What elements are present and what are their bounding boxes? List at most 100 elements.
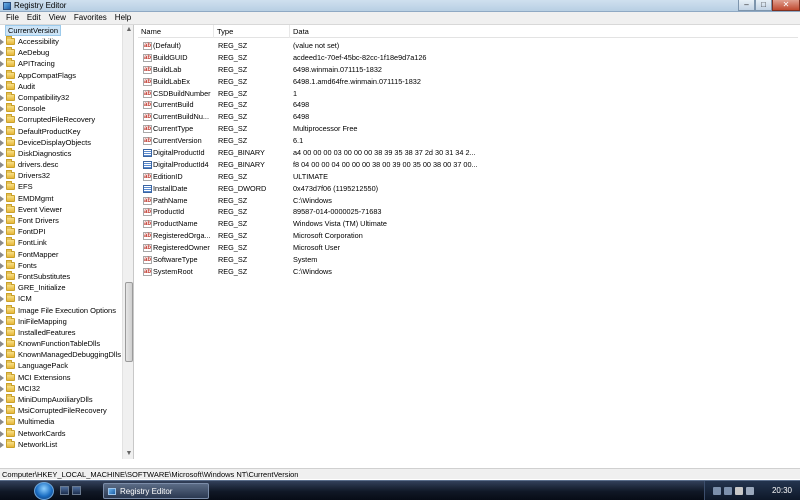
expand-arrow-icon[interactable] <box>0 229 4 236</box>
expand-arrow-icon[interactable] <box>0 341 4 348</box>
volume-icon[interactable] <box>724 487 732 495</box>
value-row[interactable]: PathName REG_SZ C:\Windows <box>138 195 798 207</box>
tree-item[interactable]: MsiCorruptedFileRecovery <box>0 405 122 416</box>
tree-item[interactable]: Compatibility32 <box>0 91 122 103</box>
tree-item[interactable]: CorruptedFileRecovery <box>0 114 122 125</box>
minimize-button[interactable]: – <box>738 0 755 11</box>
column-data-header[interactable]: Data <box>290 25 620 38</box>
expand-arrow-icon[interactable] <box>0 206 4 213</box>
close-button[interactable]: ✕ <box>772 0 800 11</box>
title-bar[interactable]: Registry Editor – □ ✕ <box>0 0 800 12</box>
language-icon[interactable] <box>746 487 754 495</box>
tree-item[interactable]: Multimedia <box>0 416 122 427</box>
expand-arrow-icon[interactable] <box>0 363 4 370</box>
value-row[interactable]: (Default) REG_SZ (value not set) <box>138 40 798 53</box>
expand-arrow-icon[interactable] <box>0 173 4 180</box>
network-icon[interactable] <box>713 487 721 495</box>
expand-arrow-icon[interactable] <box>0 419 4 426</box>
menu-favorites[interactable]: Favorites <box>70 12 111 24</box>
tree-item[interactable]: EFS <box>0 181 122 192</box>
expand-arrow-icon[interactable] <box>0 397 4 403</box>
tree-item[interactable]: LanguagePack <box>0 360 122 371</box>
value-row[interactable]: RegisteredOrga... REG_SZ Microsoft Corpora… <box>138 230 798 243</box>
tree-item[interactable]: Audit <box>0 80 122 92</box>
menu-help[interactable]: Help <box>111 12 135 24</box>
tree-item[interactable]: Fonts <box>0 259 122 271</box>
tree-item[interactable]: KnownFunctionTableDlls <box>0 338 122 349</box>
expand-arrow-icon[interactable] <box>0 273 4 280</box>
value-row[interactable]: SoftwareType REG_SZ System <box>138 254 798 267</box>
taskbar-registry-editor-button[interactable]: Registry Editor <box>103 483 209 499</box>
expand-arrow-icon[interactable] <box>0 106 4 113</box>
expand-arrow-icon[interactable] <box>0 162 4 169</box>
maximize-button[interactable]: □ <box>755 0 772 11</box>
security-icon[interactable] <box>735 487 743 495</box>
expand-arrow-icon[interactable] <box>0 139 4 146</box>
tree-item[interactable]: FontLink <box>0 237 122 248</box>
value-row[interactable]: EditionID REG_SZ ULTIMATE <box>138 171 798 184</box>
tree-item[interactable]: AppCompatFlags <box>0 69 122 81</box>
value-row[interactable]: BuildLabEx REG_SZ 6498.1.amd64fre.winmain.… <box>138 76 798 89</box>
column-name-header[interactable]: Name <box>138 25 214 38</box>
tree-item[interactable]: MiniDumpAuxiliaryDlls <box>0 394 122 405</box>
expand-arrow-icon[interactable] <box>0 94 4 101</box>
registry-tree[interactable]: CurrentVersion Accessibility AeDebug APITr… <box>0 25 134 459</box>
expand-arrow-icon[interactable] <box>0 296 4 303</box>
scroll-down-icon[interactable]: ▼ <box>125 450 133 458</box>
value-row[interactable]: InstallDate REG_DWORD 0x473d7f06 (11952125… <box>138 183 798 195</box>
tree-item[interactable]: AeDebug <box>0 47 122 58</box>
switch-windows-icon[interactable] <box>72 486 81 495</box>
value-row[interactable]: CurrentVersion REG_SZ 6.1 <box>138 135 798 148</box>
expand-arrow-icon[interactable] <box>0 430 4 437</box>
tree-item-selected[interactable]: CurrentVersion <box>0 25 122 36</box>
scroll-up-icon[interactable]: ▲ <box>125 26 133 34</box>
expand-arrow-icon[interactable] <box>0 39 4 45</box>
tree-item[interactable]: DiskDiagnostics <box>0 147 122 159</box>
expand-arrow-icon[interactable] <box>0 385 4 392</box>
tree-item[interactable]: FontDPI <box>0 226 122 237</box>
tree-item[interactable]: MCI Extensions <box>0 371 122 383</box>
expand-arrow-icon[interactable] <box>0 318 4 325</box>
tree-item[interactable]: Accessibility <box>0 36 122 47</box>
start-button-icon[interactable] <box>34 482 54 500</box>
tree-item[interactable]: APITracing <box>0 58 122 69</box>
expand-arrow-icon[interactable] <box>0 150 4 157</box>
expand-arrow-icon[interactable] <box>0 307 4 314</box>
expand-arrow-icon[interactable] <box>0 251 4 258</box>
tree-item[interactable]: EMDMgmt <box>0 192 122 204</box>
tree-item[interactable]: NetworkList <box>0 438 122 450</box>
menu-view[interactable]: View <box>45 12 70 24</box>
expand-arrow-icon[interactable] <box>0 128 4 135</box>
tree-item[interactable]: drivers.desc <box>0 159 122 170</box>
values-pane[interactable]: Name Type Data (Default) REG_SZ (value not… <box>138 25 800 459</box>
expand-arrow-icon[interactable] <box>0 374 4 381</box>
tree-item[interactable]: GRE_Initialize <box>0 282 122 293</box>
menu-file[interactable]: File <box>2 12 23 24</box>
expand-arrow-icon[interactable] <box>0 184 4 191</box>
tree-item[interactable]: FontSubstitutes <box>0 270 122 282</box>
expand-arrow-icon[interactable] <box>0 83 4 90</box>
expand-arrow-icon[interactable] <box>0 72 4 79</box>
expand-arrow-icon[interactable] <box>0 285 4 292</box>
expand-arrow-icon[interactable] <box>0 117 4 124</box>
tree-item[interactable]: Console <box>0 103 122 114</box>
tree-item[interactable]: FontMapper <box>0 248 122 260</box>
expand-arrow-icon[interactable] <box>0 218 4 224</box>
scroll-thumb[interactable] <box>125 282 133 362</box>
expand-arrow-icon[interactable] <box>0 262 4 269</box>
expand-arrow-icon[interactable] <box>0 329 4 336</box>
tree-item[interactable]: Event Viewer <box>0 203 122 215</box>
expand-arrow-icon[interactable] <box>0 352 4 359</box>
value-row[interactable]: SystemRoot REG_SZ C:\Windows <box>138 266 798 279</box>
expand-arrow-icon[interactable] <box>0 441 4 448</box>
value-row[interactable]: CurrentBuildNu... REG_SZ 6498 <box>138 111 798 124</box>
tree-item[interactable]: NetworkCards <box>0 427 122 439</box>
expand-arrow-icon[interactable] <box>0 50 4 57</box>
expand-arrow-icon[interactable] <box>0 408 4 415</box>
menu-edit[interactable]: Edit <box>23 12 45 24</box>
tree-item[interactable]: IniFileMapping <box>0 315 122 327</box>
value-row[interactable]: ProductId REG_SZ 89587-014-0000025-71683 <box>138 206 798 219</box>
tree-item[interactable]: MCI32 <box>0 382 122 394</box>
tree-item[interactable]: Image File Execution Options <box>0 304 122 316</box>
tree-item[interactable]: Drivers32 <box>0 170 122 181</box>
